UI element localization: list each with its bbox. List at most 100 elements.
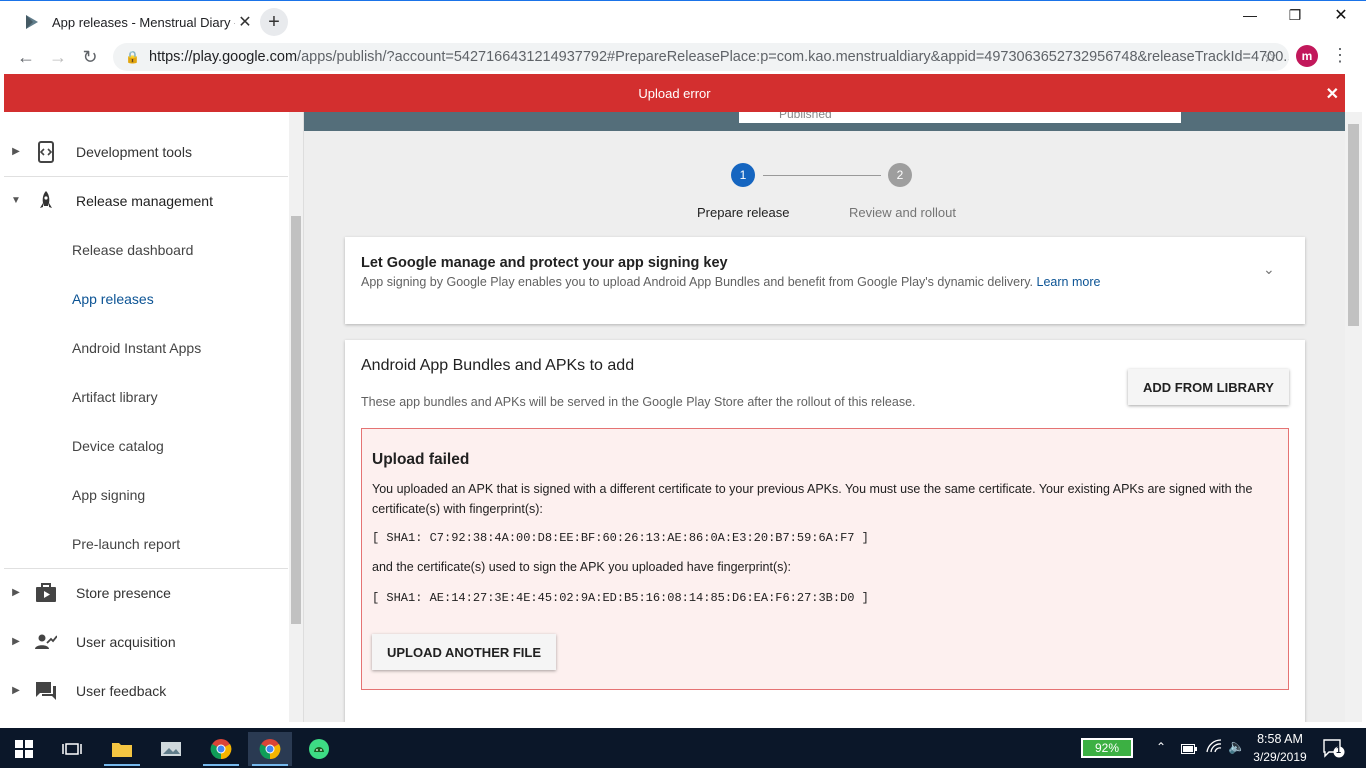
sidebar-item-android-instant-apps[interactable]: Android Instant Apps [72, 340, 201, 356]
restore-icon[interactable]: ❐ [1272, 1, 1318, 29]
back-icon[interactable]: ← [14, 45, 38, 69]
lock-icon: 🔒 [125, 50, 140, 64]
expand-down-icon: ▼ [11, 195, 21, 206]
bundles-title: Android App Bundles and APKs to add [361, 357, 635, 374]
app-signing-card[interactable]: Let Google manage and protect your app s… [345, 237, 1305, 324]
expand-right-icon: ▶ [12, 636, 20, 647]
task-view-icon[interactable] [50, 732, 94, 766]
app-header-strip: Published [304, 112, 1345, 131]
sidebar-item-development-tools[interactable]: ▶ Development tools [4, 127, 288, 176]
browser-tab-strip: App releases - Menstrual Diary - ✕ + — ❐… [0, 0, 1366, 40]
wifi-icon[interactable] [1206, 739, 1222, 758]
clock-date[interactable]: 3/29/2019 [1250, 750, 1310, 764]
upload-failed-box: Upload failed You uploaded an APK that i… [361, 428, 1289, 690]
app-signing-title: Let Google manage and protect your app s… [361, 255, 728, 271]
user-growth-icon [34, 630, 58, 654]
battery-tray-icon[interactable] [1181, 741, 1197, 759]
sidebar-item-store-presence[interactable]: ▶ Store presence [4, 568, 288, 617]
uploaded-fingerprint: [ SHA1: AE:14:27:3E:4E:45:02:9A:ED:B5:16… [372, 591, 869, 605]
status-selector[interactable]: Published [739, 112, 1181, 123]
store-icon [34, 581, 58, 605]
minimize-icon[interactable]: — [1227, 1, 1273, 29]
running-indicator [104, 764, 140, 766]
expand-right-icon: ▶ [12, 685, 20, 696]
sidebar-item-release-management[interactable]: ▼ Release management [4, 176, 288, 225]
sidebar-item-label: Release management [76, 192, 213, 209]
sidebar-item-release-dashboard[interactable]: Release dashboard [72, 242, 193, 258]
browser-tab[interactable]: App releases - Menstrual Diary - ✕ [10, 5, 255, 39]
sidebar-item-label: Store presence [76, 584, 171, 601]
sidebar-item-artifact-library[interactable]: Artifact library [72, 389, 158, 405]
running-indicator [203, 764, 239, 766]
step-2-label: Review and rollout [849, 205, 956, 220]
code-icon [34, 140, 58, 164]
step-2-circle: 2 [888, 163, 912, 187]
expand-right-icon: ▶ [12, 146, 20, 157]
stepper-line [763, 175, 881, 176]
url-path: /apps/publish/?account=54271664312149377… [297, 49, 1289, 65]
step-1-label: Prepare release [697, 205, 790, 220]
step-1-circle: 1 [731, 163, 755, 187]
scrollbar-thumb[interactable] [291, 216, 301, 624]
chrome-icon[interactable] [199, 732, 243, 766]
status-text: Published [779, 112, 832, 121]
app-signing-desc-text: App signing by Google Play enables you t… [361, 275, 1034, 289]
chevron-down-icon[interactable]: ⌄ [1263, 261, 1275, 278]
tab-close-icon[interactable]: ✕ [235, 12, 255, 32]
main-scrollbar[interactable] [1345, 112, 1362, 722]
battery-indicator: 92% [1081, 738, 1133, 758]
notifications-icon[interactable]: 1 [1323, 738, 1345, 763]
existing-fingerprint: [ SHA1: C7:92:38:4A:00:D8:EE:BF:60:26:13… [372, 531, 869, 545]
tab-title: App releases - Menstrual Diary - [52, 14, 235, 30]
notification-count: 1 [1336, 745, 1342, 755]
banner-text: Upload error [638, 85, 711, 101]
forward-icon[interactable]: → [46, 45, 70, 69]
windows-start-icon[interactable] [2, 732, 46, 766]
window-close-icon[interactable]: ✕ [1318, 1, 1364, 29]
upload-failed-title: Upload failed [372, 451, 470, 468]
banner-close-icon[interactable]: ✕ [1326, 84, 1339, 104]
uploaded-fingerprint-label: and the certificate(s) used to sign the … [372, 560, 791, 574]
file-explorer-icon[interactable] [100, 732, 144, 766]
rocket-icon [34, 189, 58, 213]
sidebar-scrollbar[interactable] [289, 112, 303, 722]
sidebar-item-label: User acquisition [76, 633, 176, 650]
main-content: Published 1 2 Prepare release Review and… [304, 112, 1345, 722]
sidebar-item-app-signing[interactable]: App signing [72, 487, 145, 503]
photos-app-icon[interactable] [149, 732, 193, 766]
browser-menu-icon[interactable]: ⋮ [1330, 45, 1350, 69]
new-tab-button[interactable]: + [260, 8, 288, 36]
chrome-active-icon[interactable] [248, 732, 292, 766]
sidebar-item-label: User feedback [76, 682, 167, 699]
scrollbar-thumb[interactable] [1348, 124, 1359, 326]
sidebar-item-device-catalog[interactable]: Device catalog [72, 438, 164, 454]
upload-error-banner: Upload error ✕ [4, 74, 1345, 112]
bundles-card: Android App Bundles and APKs to add Thes… [345, 340, 1305, 722]
learn-more-link[interactable]: Learn more [1037, 275, 1101, 289]
clock-time[interactable]: 8:58 AM [1255, 732, 1305, 746]
upload-failed-message: You uploaded an APK that is signed with … [372, 482, 1253, 516]
feedback-icon [34, 679, 58, 703]
expand-right-icon: ▶ [12, 587, 20, 598]
url-field[interactable]: 🔒 https://play.google.com/apps/publish/?… [113, 43, 1289, 71]
sidebar-item-pre-launch-report[interactable]: Pre-launch report [72, 536, 180, 552]
profile-avatar[interactable]: m [1296, 45, 1318, 67]
url-host: https://play.google.com [149, 49, 298, 65]
sidebar: ▶ Development tools ▼ Release management… [4, 112, 304, 722]
sidebar-item-user-acquisition[interactable]: ▶ User acquisition [4, 617, 288, 666]
upload-another-file-button[interactable]: UPLOAD ANOTHER FILE [372, 634, 556, 670]
address-bar-row: ← → ↻ 🔒 https://play.google.com/apps/pub… [0, 40, 1366, 74]
windows-taskbar: ⌃ 🔈 8:58 AM 3/29/2019 1 [0, 728, 1366, 768]
tray-expand-icon[interactable]: ⌃ [1156, 740, 1166, 754]
app-signing-desc: App signing by Google Play enables you t… [361, 275, 1100, 289]
bookmark-star-icon[interactable]: ☆ [1263, 47, 1277, 67]
sidebar-item-app-releases[interactable]: App releases [72, 291, 154, 307]
add-from-library-button[interactable]: ADD FROM LIBRARY [1128, 369, 1289, 405]
running-indicator [252, 764, 288, 766]
reload-icon[interactable]: ↻ [78, 45, 102, 69]
google-play-icon [26, 15, 38, 29]
android-studio-icon[interactable] [297, 732, 341, 766]
bundles-desc: These app bundles and APKs will be serve… [361, 395, 916, 409]
sidebar-item-user-feedback[interactable]: ▶ User feedback [4, 666, 288, 715]
volume-icon[interactable]: 🔈 [1228, 738, 1245, 755]
